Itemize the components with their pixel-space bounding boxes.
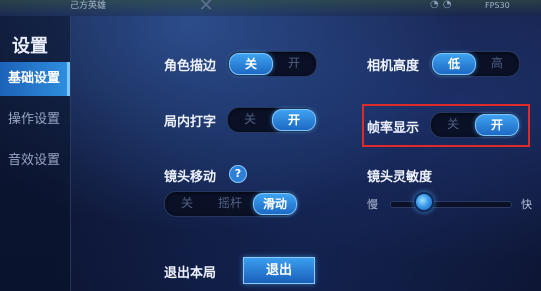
- camera-move-label: 镜头移动: [164, 170, 217, 185]
- camera-sensitivity-label: 镜头灵敏度: [367, 170, 433, 185]
- in-game-typing-label: 局内打字: [164, 115, 217, 130]
- slider-min-label: 慢: [367, 198, 378, 211]
- fps-readout: FPS30: [485, 1, 510, 10]
- sidebar-item-control-settings[interactable]: 操作设置: [0, 103, 70, 137]
- fps-display-label: 帧率显示: [367, 121, 420, 136]
- camera-move-swipe-option[interactable]: 滑动: [253, 193, 297, 215]
- settings-sidebar: 设置 基础设置 操作设置 音效设置: [0, 16, 71, 291]
- outline-off-option[interactable]: 关: [229, 53, 273, 75]
- exit-match-label: 退出本局: [164, 266, 217, 281]
- in-game-typing-on-option[interactable]: 开: [272, 109, 316, 131]
- outline-on-option[interactable]: 开: [274, 53, 314, 73]
- help-icon[interactable]: ?: [229, 165, 247, 183]
- outline-toggle: 关 开: [227, 51, 317, 77]
- camera-move-joystick-option[interactable]: 摇杆: [209, 193, 251, 213]
- camera-height-high-option[interactable]: 高: [477, 53, 517, 73]
- camera-height-label: 相机高度: [367, 59, 420, 74]
- sensitivity-slider-track[interactable]: [390, 201, 512, 208]
- sensitivity-slider-knob[interactable]: [414, 192, 434, 212]
- fps-display-on-option[interactable]: 开: [475, 114, 519, 136]
- in-game-typing-toggle: 关 开: [227, 107, 317, 133]
- in-game-typing-off-option[interactable]: 关: [230, 109, 270, 129]
- exit-button[interactable]: 退出: [243, 257, 315, 284]
- sidebar-item-basic-settings[interactable]: 基础设置: [0, 62, 70, 96]
- status-icons: ◔◔: [430, 0, 456, 10]
- sidebar-item-sound-settings[interactable]: 音效设置: [0, 144, 70, 178]
- camera-move-off-option[interactable]: 关: [167, 193, 207, 213]
- camera-height-low-option[interactable]: 低: [432, 53, 476, 75]
- close-icon[interactable]: ✕: [196, 0, 216, 16]
- camera-move-toggle: 关 摇杆 滑动: [164, 191, 298, 217]
- settings-title: 设置: [12, 36, 48, 57]
- slider-max-label: 快: [521, 198, 532, 211]
- fps-display-off-option[interactable]: 关: [433, 114, 473, 134]
- game-hud-strip: 己方英雄 ✕ ◔◔ FPS30: [0, 0, 541, 16]
- outline-label: 角色描边: [164, 59, 217, 74]
- camera-height-toggle: 低 高: [430, 51, 520, 77]
- fps-display-toggle: 关 开: [430, 112, 520, 138]
- team-label: 己方英雄: [70, 1, 107, 11]
